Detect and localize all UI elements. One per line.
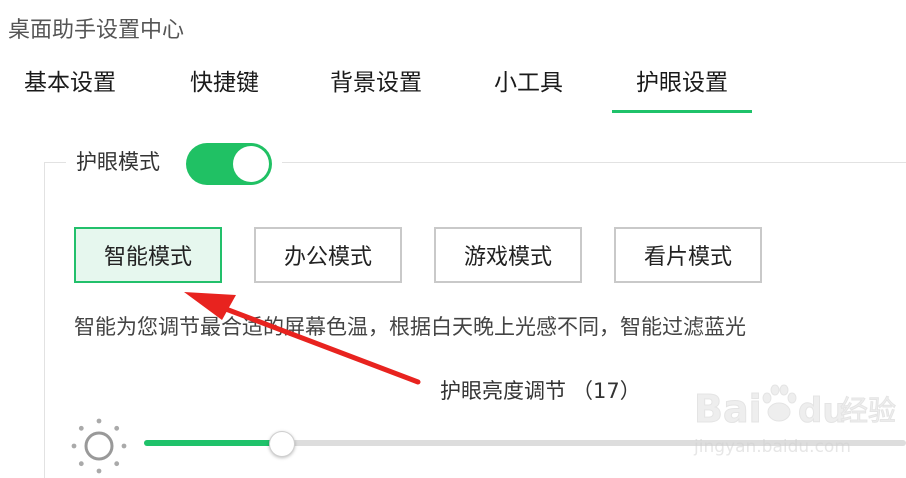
brightness-value: （17） [572,379,641,403]
eye-mode-toggle[interactable] [186,143,272,185]
mode-button-game[interactable]: 游戏模式 [434,227,582,283]
tab-eye-care-settings[interactable]: 护眼设置 [612,66,752,113]
baidu-jingyan-watermark: Bai du 经验 jingyan.baidu.com [693,384,897,457]
brightness-label-text: 护眼亮度调节 [440,379,566,403]
tab-widgets[interactable]: 小工具 [494,66,563,110]
window-title: 桌面助手设置中心 [8,18,185,43]
watermark-brand-suffix: du [798,391,847,431]
paw-icon [762,384,797,422]
brightness-slider[interactable] [144,431,906,457]
eye-mode-label: 护眼模式 [76,150,160,174]
tab-shortcuts[interactable]: 快捷键 [190,66,259,110]
toggle-knob [233,146,269,182]
tab-background-settings[interactable]: 背景设置 [330,66,422,110]
mode-description: 智能为您调节最合适的屏幕色温，根据白天晚上光感不同，智能过滤蓝光 [74,315,746,339]
brightness-slider-fill [144,440,282,446]
mode-button-smart[interactable]: 智能模式 [74,227,222,283]
watermark-product: 经验 [840,394,896,427]
brightness-slider-thumb[interactable] [269,431,296,457]
panel-border-top-left [44,162,66,163]
watermark-brand: Bai [694,387,762,431]
sun-icon [71,418,127,474]
tab-basic-settings[interactable]: 基本设置 [24,66,116,110]
mode-button-office[interactable]: 办公模式 [254,227,402,283]
mode-button-movie[interactable]: 看片模式 [614,227,762,283]
panel-border-top-right [282,162,906,163]
panel-border-left [44,162,45,478]
brightness-label: 护眼亮度调节 （17） [440,376,641,406]
